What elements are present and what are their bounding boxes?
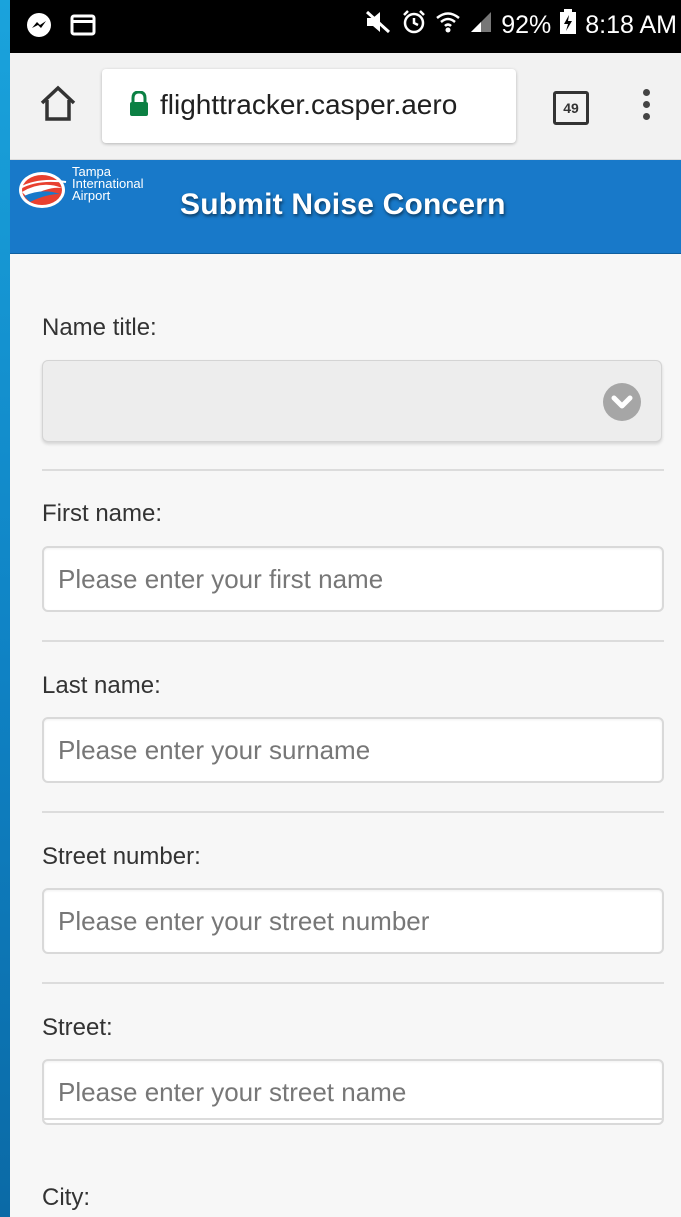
last-name-label: Last name: [42, 672, 161, 699]
divider [42, 811, 664, 813]
tab-switcher-button[interactable]: 49 [553, 91, 589, 125]
phone-screen: 92% 8:18 AM flighttracker.casper.aero 49… [10, 0, 681, 1217]
page-title: Submit Noise Concern [180, 188, 506, 221]
overflow-menu-icon[interactable] [640, 89, 652, 127]
status-bar: 92% 8:18 AM [10, 0, 681, 53]
street-label: Street: [42, 1014, 113, 1041]
browser-toolbar: flighttracker.casper.aero 49 [10, 53, 681, 160]
alarm-icon [401, 9, 427, 42]
name-title-select[interactable] [42, 360, 662, 442]
street-input[interactable] [42, 1059, 664, 1125]
city-label: City: [42, 1184, 90, 1211]
street-number-label: Street number: [42, 843, 201, 870]
divider [42, 640, 664, 642]
messenger-icon [26, 12, 52, 43]
first-name-input[interactable] [42, 546, 664, 612]
divider [42, 469, 664, 471]
signal-icon [469, 10, 493, 41]
url-text: flighttracker.casper.aero [160, 89, 458, 120]
url-bar[interactable]: flighttracker.casper.aero [102, 69, 516, 143]
street-number-input[interactable] [42, 888, 664, 954]
lock-icon [128, 90, 150, 122]
first-name-label: First name: [42, 500, 163, 527]
logo-text: Tampa International Airport [72, 164, 144, 203]
battery-charging-icon [559, 9, 577, 42]
divider [42, 1118, 664, 1120]
wifi-icon [435, 9, 461, 42]
app-header: Tampa International Airport Submit Noise… [10, 160, 681, 254]
clock-time: 8:18 AM [585, 11, 677, 39]
chevron-down-icon [603, 383, 641, 421]
airport-logo: Tampa International Airport [18, 164, 168, 214]
home-icon[interactable] [36, 81, 80, 125]
card-icon [70, 14, 96, 41]
mute-icon [363, 9, 393, 42]
divider [42, 982, 664, 984]
last-name-input[interactable] [42, 717, 664, 783]
name-title-label: Name title: [42, 314, 157, 341]
battery-percent: 92% [501, 11, 552, 39]
